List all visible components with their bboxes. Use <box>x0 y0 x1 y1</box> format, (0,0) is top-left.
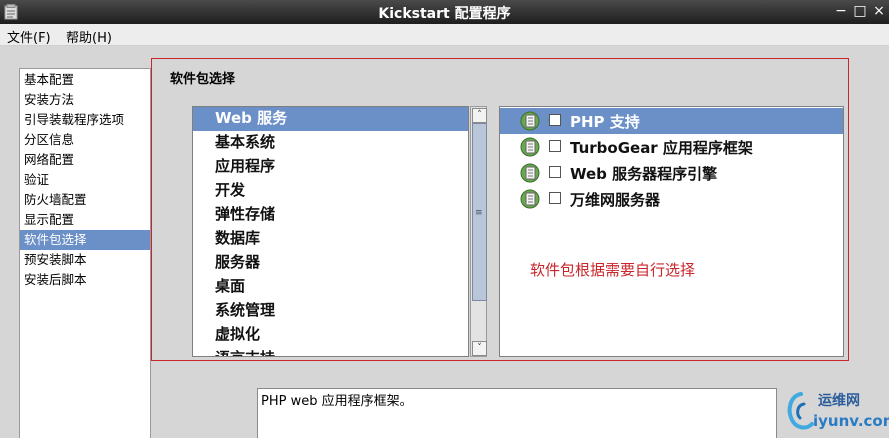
package-row-web-server-engine[interactable]: Web 服务器程序引擎 <box>500 160 843 186</box>
sidebar-item-pre-script[interactable]: 预安装脚本 <box>20 250 150 270</box>
annotation-note: 软件包根据需要自行选择 <box>530 261 696 279</box>
watermark-logo: 运维网 iyunv.com <box>780 386 889 438</box>
sidebar: 基本配置 安装方法 引导装载程序选项 分区信息 网络配置 验证 防火墙配置 显示… <box>19 68 151 438</box>
package-icon <box>520 111 540 131</box>
group-item-resilient-storage[interactable]: 弹性存储 <box>193 203 468 227</box>
sidebar-item-basic-config[interactable]: 基本配置 <box>20 70 150 90</box>
group-item-system-management[interactable]: 系统管理 <box>193 299 468 323</box>
sidebar-item-bootloader[interactable]: 引导装载程序选项 <box>20 110 150 130</box>
group-list-scrollbar[interactable]: ˄ ≡ ˅ <box>470 106 487 357</box>
watermark-text-cn: 运维网 <box>818 393 860 409</box>
group-item-virtualization[interactable]: 虚拟化 <box>193 323 468 347</box>
package-checkbox[interactable] <box>549 114 561 126</box>
group-item-development[interactable]: 开发 <box>193 179 468 203</box>
window-titlebar[interactable]: Kickstart 配置程序 − □ × <box>0 0 889 24</box>
close-button[interactable]: × <box>870 2 888 20</box>
package-checkbox[interactable] <box>549 166 561 178</box>
package-row-turbogear[interactable]: TurboGear 应用程序框架 <box>500 134 843 160</box>
window-title: Kickstart 配置程序 <box>378 6 511 22</box>
menu-file[interactable]: 文件(F) <box>7 27 51 46</box>
maximize-button[interactable]: □ <box>851 2 869 20</box>
sidebar-item-auth[interactable]: 验证 <box>20 170 150 190</box>
group-item-language-support[interactable]: 语言支持 <box>193 347 468 356</box>
group-item-applications[interactable]: 应用程序 <box>193 155 468 179</box>
package-group-list[interactable]: Web 服务 基本系统 应用程序 开发 弹性存储 数据库 服务器 桌面 系统管理… <box>192 106 469 357</box>
package-description-box: PHP web 应用程序框架。 <box>257 388 777 438</box>
package-label: Web 服务器程序引擎 <box>570 165 718 183</box>
scrollbar-thumb[interactable]: ≡ <box>472 123 487 301</box>
package-checkbox[interactable] <box>549 192 561 204</box>
scroll-down-arrow-icon[interactable]: ˅ <box>472 341 487 356</box>
sidebar-item-partition[interactable]: 分区信息 <box>20 130 150 150</box>
package-row-www-server[interactable]: 万维网服务器 <box>500 186 843 212</box>
sidebar-item-firewall[interactable]: 防火墙配置 <box>20 190 150 210</box>
group-item-base-system[interactable]: 基本系统 <box>193 131 468 155</box>
minimize-button[interactable]: − <box>832 2 850 20</box>
package-icon <box>520 163 540 183</box>
sidebar-item-post-script[interactable]: 安装后脚本 <box>20 270 150 290</box>
scroll-grip-icon: ≡ <box>475 208 483 218</box>
package-label: PHP 支持 <box>570 113 640 131</box>
package-checkbox[interactable] <box>549 140 561 152</box>
menu-help[interactable]: 帮助(H) <box>66 27 112 46</box>
package-icon <box>520 137 540 157</box>
group-item-database[interactable]: 数据库 <box>193 227 468 251</box>
package-list[interactable]: PHP 支持 TurboGear 应用程序框架 Web 服务器程序引擎 万维网服… <box>499 106 844 357</box>
group-item-server[interactable]: 服务器 <box>193 251 468 275</box>
panel-title: 软件包选择 <box>170 72 236 87</box>
group-item-desktop[interactable]: 桌面 <box>193 275 468 299</box>
sidebar-item-install-method[interactable]: 安装方法 <box>20 90 150 110</box>
package-label: TurboGear 应用程序框架 <box>570 139 753 157</box>
package-row-php[interactable]: PHP 支持 <box>500 108 843 134</box>
sidebar-item-package-selection[interactable]: 软件包选择 <box>20 230 150 250</box>
watermark-text-domain: iyunv.com <box>813 412 889 430</box>
sidebar-item-display[interactable]: 显示配置 <box>20 210 150 230</box>
menu-bar: 文件(F) 帮助(H) <box>0 24 889 46</box>
package-label: 万维网服务器 <box>570 191 661 209</box>
sidebar-item-network[interactable]: 网络配置 <box>20 150 150 170</box>
scroll-up-arrow-icon[interactable]: ˄ <box>472 108 487 123</box>
package-icon <box>520 189 540 209</box>
group-item-web-service[interactable]: Web 服务 <box>193 107 468 131</box>
